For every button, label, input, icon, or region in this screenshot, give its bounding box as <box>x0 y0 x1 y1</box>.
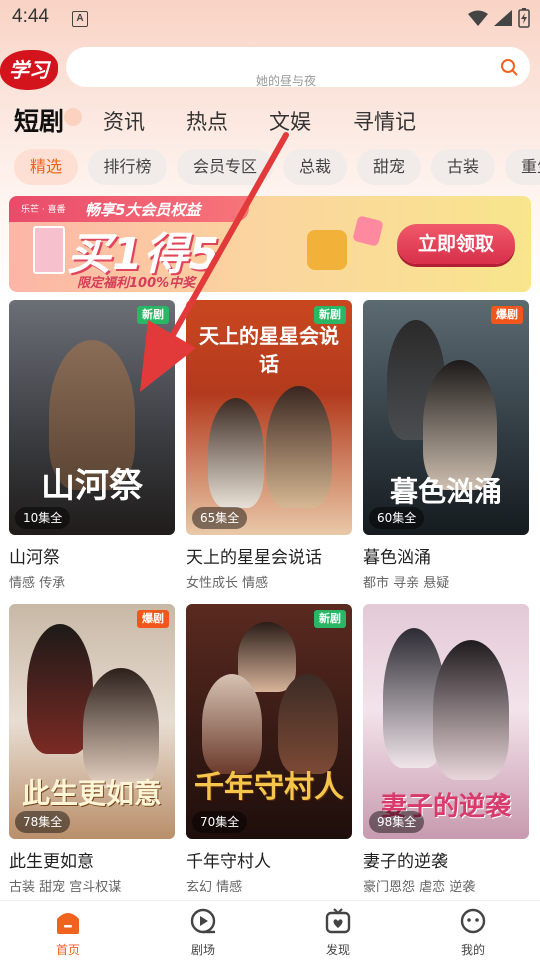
home-icon <box>57 913 79 934</box>
episode-count: 78集全 <box>15 811 71 833</box>
banner-brand: 乐芒 · 喜番 <box>21 205 66 215</box>
drama-card[interactable]: 此生更如意 爆剧 78集全 此生更如意 古装 甜宠 宫斗权谋 <box>9 604 175 895</box>
drama-card[interactable]: 山河祭 新剧 10集全 山河祭 情感 传承 <box>9 300 175 591</box>
drama-card[interactable]: 天上的星星会说话 新剧 65集全 天上的星星会说话 女性成长 情感 <box>186 300 352 591</box>
banner-cup-graphic <box>307 230 347 270</box>
search-placeholder: 她的昼与夜 <box>256 74 317 88</box>
signal-icon <box>494 10 512 26</box>
episode-count: 10集全 <box>15 507 71 529</box>
cover-figure <box>266 386 332 508</box>
filter-chips: 精选 排行榜 会员专区 总裁 甜宠 古装 重生 <box>0 149 540 187</box>
drama-tags: 豪门恩怨 虐恋 逆袭 <box>363 880 476 895</box>
drama-tags: 玄幻 情感 <box>186 880 243 895</box>
nav-theater[interactable]: 剧场 <box>163 907 243 958</box>
cover-figure <box>83 668 159 788</box>
episode-count: 60集全 <box>369 507 425 529</box>
drama-title[interactable]: 妻子的逆袭 <box>363 847 529 872</box>
episode-count: 98集全 <box>369 811 425 833</box>
chip-rebirth[interactable]: 重生 <box>505 149 540 185</box>
banner-headline: 畅享5大会员权益 <box>85 201 201 219</box>
drama-cover[interactable]: 天上的星星会说话 新剧 65集全 <box>186 300 352 535</box>
nav-profile-label: 我的 <box>460 943 485 957</box>
drama-card[interactable]: 妻子的逆袭 98集全 妻子的逆袭 豪门恩怨 虐恋 逆袭 <box>363 604 529 895</box>
hot-badge: 爆剧 <box>137 610 169 628</box>
search-bar[interactable]: 她的昼与夜 <box>66 47 530 88</box>
search-icon[interactable] <box>500 58 518 76</box>
drama-cover[interactable]: 此生更如意 爆剧 78集全 <box>9 604 175 839</box>
tab-love-story[interactable]: 寻情记 <box>353 106 416 136</box>
new-badge: 新剧 <box>137 306 169 324</box>
battery-icon <box>518 8 530 28</box>
banner-claim-button[interactable]: 立即领取 <box>397 224 515 264</box>
tab-entertainment[interactable]: 文娱 <box>269 106 311 136</box>
chip-vip[interactable]: 会员专区 <box>177 149 273 185</box>
notification-icon: A <box>72 11 88 27</box>
nav-theater-label: 剧场 <box>190 943 215 957</box>
drama-card[interactable]: 千年守村人 新剧 70集全 千年守村人 玄幻 情感 <box>186 604 352 895</box>
cover-figure <box>433 640 509 780</box>
drama-cover[interactable]: 千年守村人 新剧 70集全 <box>186 604 352 839</box>
cover-title-art: 暮色汹涌 <box>389 475 502 508</box>
tab-news[interactable]: 资讯 <box>103 106 145 136</box>
drama-cover[interactable]: 山河祭 新剧 10集全 <box>9 300 175 535</box>
drama-tags: 古装 甜宠 宫斗权谋 <box>9 880 122 895</box>
drama-tags: 都市 寻亲 悬疑 <box>363 576 450 591</box>
promo-banner[interactable]: 乐芒 · 喜番 畅享5大会员权益 买1得5 限定福利100%中奖 立即领取 <box>9 196 531 292</box>
drama-title[interactable]: 山河祭 <box>9 543 175 568</box>
category-tabs: 短剧 资讯 热点 文娱 寻情记 <box>0 100 540 140</box>
status-time: 4:44 <box>12 6 49 27</box>
drama-card[interactable]: 暮色汹涌 爆剧 60集全 暮色汹涌 都市 寻亲 悬疑 <box>363 300 529 591</box>
chip-ranking[interactable]: 排行榜 <box>88 149 167 185</box>
drama-title[interactable]: 暮色汹涌 <box>363 543 529 568</box>
cover-title-art: 千年守村人 <box>194 770 344 805</box>
drama-title[interactable]: 此生更如意 <box>9 847 175 872</box>
chip-costume[interactable]: 古装 <box>431 149 495 185</box>
tab-hot[interactable]: 热点 <box>186 106 228 136</box>
banner-book-graphic <box>33 226 65 274</box>
app-logo[interactable]: 学习 <box>0 50 58 90</box>
cover-figure <box>278 674 338 774</box>
wifi-icon <box>468 10 488 26</box>
episode-count: 65集全 <box>192 507 248 529</box>
chip-ceo[interactable]: 总裁 <box>283 149 347 185</box>
nav-home-label: 首页 <box>55 943 80 957</box>
theater-icon <box>190 908 216 934</box>
nav-home[interactable]: 首页 <box>28 907 108 958</box>
new-badge: 新剧 <box>314 306 346 324</box>
nav-discover-label: 发现 <box>325 943 350 957</box>
drama-tags: 情感 传承 <box>9 576 66 591</box>
bottom-navigation: 首页 剧场 发现 我的 <box>0 900 540 961</box>
nav-profile[interactable]: 我的 <box>433 907 513 958</box>
cover-figure <box>202 674 262 774</box>
chip-sweet[interactable]: 甜宠 <box>357 149 421 185</box>
drama-title[interactable]: 千年守村人 <box>186 847 352 872</box>
drama-title[interactable]: 天上的星星会说话 <box>186 543 352 568</box>
banner-gift-graphic <box>352 215 384 247</box>
nav-discover[interactable]: 发现 <box>298 907 378 958</box>
banner-sub-text: 限定福利100%中奖 <box>77 276 196 291</box>
cover-title-art: 山河祭 <box>41 466 143 506</box>
episode-count: 70集全 <box>192 811 248 833</box>
cover-title-art: 天上的星星会说话 <box>199 324 339 376</box>
active-tab-indicator <box>64 108 82 126</box>
system-icons <box>468 8 530 28</box>
drama-tags: 女性成长 情感 <box>186 576 269 591</box>
profile-icon <box>460 908 486 934</box>
drama-cover[interactable]: 妻子的逆袭 98集全 <box>363 604 529 839</box>
cover-title-art: 此生更如意 <box>21 777 162 810</box>
tab-short-drama[interactable]: 短剧 <box>14 102 64 138</box>
chip-featured[interactable]: 精选 <box>14 149 78 185</box>
drama-cover[interactable]: 暮色汹涌 爆剧 60集全 <box>363 300 529 535</box>
cover-figure <box>208 398 264 508</box>
new-badge: 新剧 <box>314 610 346 628</box>
discover-icon <box>325 908 351 934</box>
status-bar: 4:44 A <box>0 0 540 36</box>
hot-badge: 爆剧 <box>491 306 523 324</box>
